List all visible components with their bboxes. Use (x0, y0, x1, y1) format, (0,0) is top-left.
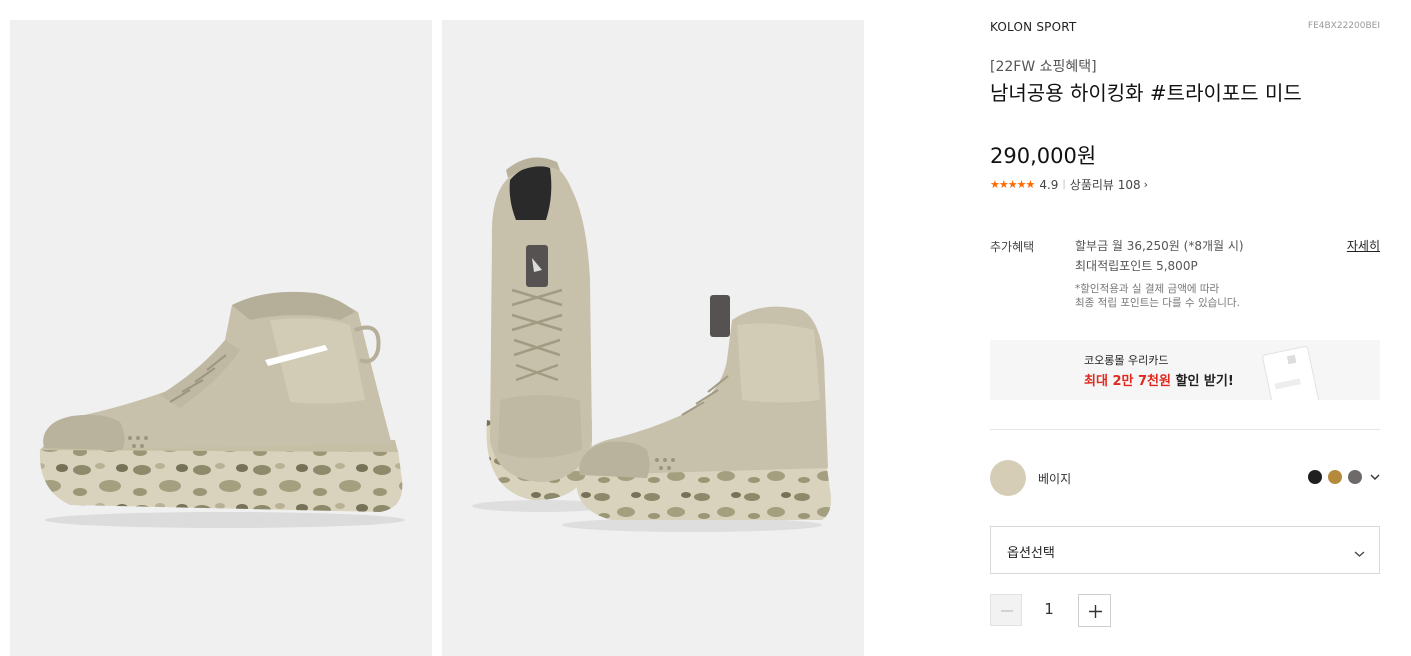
star-rating-icon: ★★★★★ (990, 178, 1035, 191)
rating-score: 4.9 (1039, 177, 1059, 192)
benefit-label: 추가혜택 (990, 240, 1035, 254)
option-select-dropdown[interactable]: 옵션선택 (990, 526, 1380, 574)
product-image-pair[interactable] (442, 20, 864, 656)
card-banner-offer: 최대 2만 7천원 할인 받기! (1084, 370, 1234, 389)
product-code: FE4BX22200BEI (1307, 21, 1380, 31)
quantity-decrease-button[interactable] (990, 594, 1022, 626)
color-option-gray[interactable] (1348, 470, 1362, 484)
rating-row[interactable]: ★★★★★ 4.9 | 상품리뷰 108 › (990, 176, 1148, 193)
color-option-black[interactable] (1308, 470, 1322, 484)
brand-name[interactable]: KOLON SPORT (990, 20, 1076, 34)
installment-text: 할부금 월 36,250원 (*8개월 시) (1075, 239, 1244, 253)
quantity-value[interactable]: 1 (1034, 600, 1064, 618)
quantity-increase-button[interactable] (1078, 594, 1111, 627)
points-text: 최대적립포인트 5,800P (1075, 259, 1198, 273)
benefit-note-line2: 최종 적립 포인트는 다를 수 있습니다. (1075, 297, 1240, 309)
color-options (1302, 470, 1380, 484)
benefit-note: *할인적용과 실 결제 금액에 따라 최종 적립 포인트는 다를 수 있습니다. (1075, 282, 1240, 310)
promo-tag: [22FW 쇼핑혜택] (990, 59, 1097, 75)
chevron-down-icon[interactable] (1370, 471, 1380, 484)
card-banner-rest: 할인 받기! (1170, 374, 1234, 389)
color-option-brown[interactable] (1328, 470, 1342, 484)
selected-color-name: 베이지 (1038, 472, 1072, 486)
section-divider (990, 429, 1380, 430)
boot-pair-illustration (472, 157, 831, 532)
card-banner-highlight: 최대 2만 7천원 (1084, 374, 1171, 389)
product-page: KOLON SPORT FE4BX22200BEI [22FW 쇼핑혜택] 남녀… (0, 0, 1411, 656)
product-info-panel: KOLON SPORT FE4BX22200BEI [22FW 쇼핑혜택] 남녀… (990, 0, 1380, 656)
benefit-lines: 할부금 월 36,250원 (*8개월 시) 최대적립포인트 5,800P (1075, 238, 1244, 278)
boot-side-illustration (39, 291, 405, 528)
credit-card-icon (1262, 346, 1320, 400)
product-image-side[interactable] (10, 20, 432, 656)
card-promo-banner[interactable]: 코오롱몰 우리카드 최대 2만 7천원 할인 받기! (990, 340, 1380, 400)
benefit-note-line1: *할인적용과 실 결제 금액에 따라 (1075, 283, 1220, 295)
plus-icon (1089, 605, 1102, 618)
chevron-down-icon (1354, 543, 1365, 562)
product-price: 290,000원 (990, 144, 1097, 168)
review-count-link[interactable]: 상품리뷰 108 (1070, 176, 1141, 193)
rating-separator: | (1062, 179, 1066, 190)
card-banner-title: 코오롱몰 우리카드 (1084, 354, 1169, 367)
option-select-label: 옵션선택 (1007, 546, 1055, 561)
chevron-right-icon: › (1143, 178, 1149, 191)
selected-color-swatch[interactable] (990, 460, 1026, 496)
product-title: 남녀공용 하이킹화 #트라이포드 미드 (990, 81, 1302, 105)
benefit-detail-link[interactable]: 자세히 (1347, 237, 1380, 254)
minus-icon (1001, 610, 1013, 612)
